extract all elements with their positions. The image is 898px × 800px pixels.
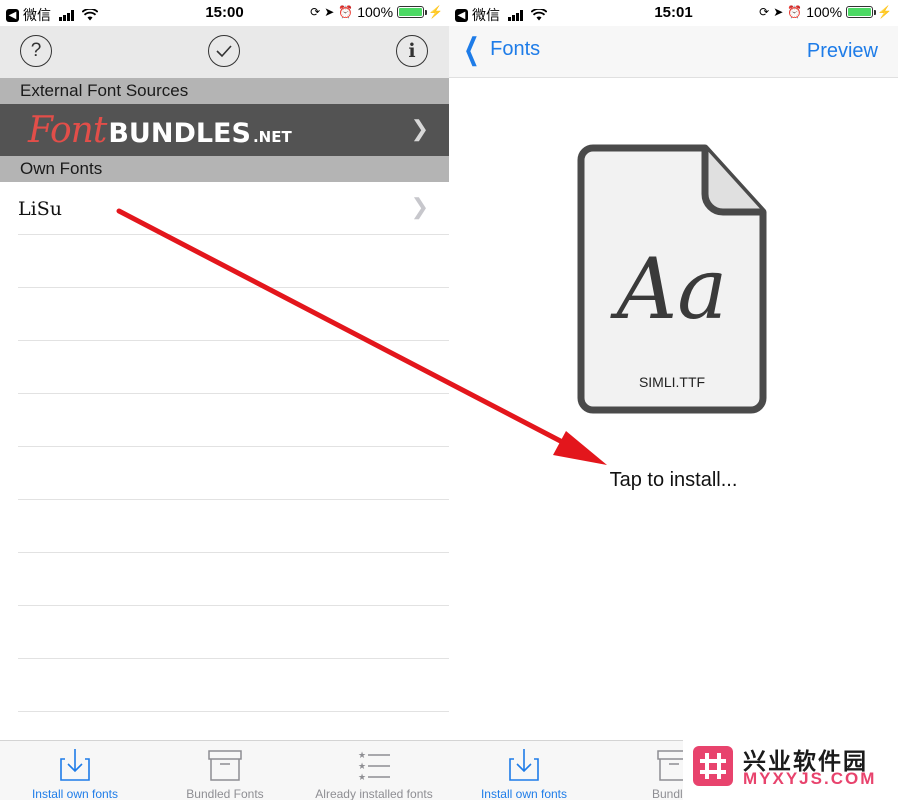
alarm-icon: ⏰ [338, 5, 354, 19]
download-tray-icon [60, 749, 90, 781]
download-tray-icon [509, 749, 539, 781]
own-fonts-list: LiSu ❯ [0, 182, 449, 712]
select-button[interactable] [208, 35, 240, 67]
empty-row [18, 394, 449, 447]
tab-install-own-fonts[interactable]: Install own fonts [0, 747, 150, 800]
right-screen: ◀ 微信 15:01 ⟳ ➤ ⏰ 100% ⚡ ❮ Fonts Preview … [449, 0, 898, 800]
empty-row [18, 235, 449, 288]
install-hint[interactable]: Tap to install... [449, 469, 898, 492]
orientation-lock-icon: ⟳ [759, 5, 770, 19]
tab-bundled-fonts[interactable]: Bundled Fonts [150, 747, 300, 800]
charging-icon: ⚡ [877, 5, 892, 19]
empty-row [18, 447, 449, 500]
left-screen: ◀ 微信 15:00 ⟳ ➤ ⏰ 100% ⚡ ? i External Fon… [0, 0, 449, 800]
empty-row [18, 288, 449, 341]
svg-text:★: ★ [358, 772, 366, 782]
status-bar: ◀ 微信 15:01 ⟳ ➤ ⏰ 100% ⚡ [449, 0, 898, 26]
info-circle-icon: i [408, 40, 416, 62]
battery-percent: 100% [357, 4, 394, 20]
font-row-lisu[interactable]: LiSu ❯ [18, 182, 449, 235]
star-list-icon: ★★★ [358, 750, 390, 782]
own-fonts-header: Own Fonts [0, 156, 449, 182]
empty-row [18, 341, 449, 394]
empty-row [18, 500, 449, 553]
archive-box-icon [208, 750, 242, 781]
help-button[interactable]: ? [20, 35, 52, 67]
chevron-right-icon: ❯ [410, 116, 429, 141]
battery-percent: 100% [806, 4, 843, 20]
check-circle-icon [216, 45, 232, 58]
font-glyph: Aa [610, 240, 728, 338]
charging-icon: ⚡ [428, 5, 443, 19]
alarm-icon: ⏰ [787, 5, 803, 19]
status-bar: ◀ 微信 15:00 ⟳ ➤ ⏰ 100% ⚡ [0, 0, 449, 26]
chevron-right-icon: ❯ [410, 194, 429, 219]
preview-button[interactable]: Preview [807, 40, 878, 63]
question-circle-icon: ? [30, 40, 42, 61]
file-name: SIMLI.TTF [638, 374, 706, 390]
back-label: Fonts [490, 38, 541, 60]
battery-icon [397, 6, 428, 18]
tab-bar: Install own fonts Bundled Fonts ★ ★ ★ Alre… [0, 740, 449, 800]
tab-already-installed-fonts[interactable]: ★ ★ ★ Already installed fonts [299, 747, 449, 800]
info-button[interactable]: i [396, 35, 428, 67]
empty-row [18, 606, 449, 659]
orientation-lock-icon: ⟳ [310, 5, 321, 19]
empty-row [18, 659, 449, 712]
font-name: LiSu [18, 198, 62, 220]
chevron-left-icon: ❮ [463, 32, 480, 66]
top-toolbar: ? i [0, 26, 449, 78]
battery-icon [846, 6, 877, 18]
empty-row [18, 553, 449, 606]
nav-bar: ❮ Fonts Preview [449, 26, 898, 78]
external-sources-header: External Font Sources [0, 78, 449, 104]
watermark-domain: MYXYJS.COM [743, 769, 877, 788]
svg-text:★: ★ [358, 750, 366, 760]
tab-install-own-fonts[interactable]: Install own fonts [449, 747, 599, 800]
hash-logo-icon [693, 746, 733, 786]
watermark: 兴业软件园 MYXYJS.COM [683, 740, 898, 800]
svg-text:★: ★ [358, 761, 366, 771]
fontbundles-logo: Font BUNDLES .NET [28, 110, 292, 151]
location-icon: ➤ [773, 5, 784, 19]
location-icon: ➤ [324, 5, 335, 19]
back-button[interactable]: ❮ Fonts [459, 32, 541, 66]
fontbundles-row[interactable]: Font BUNDLES .NET ❯ [0, 104, 449, 156]
